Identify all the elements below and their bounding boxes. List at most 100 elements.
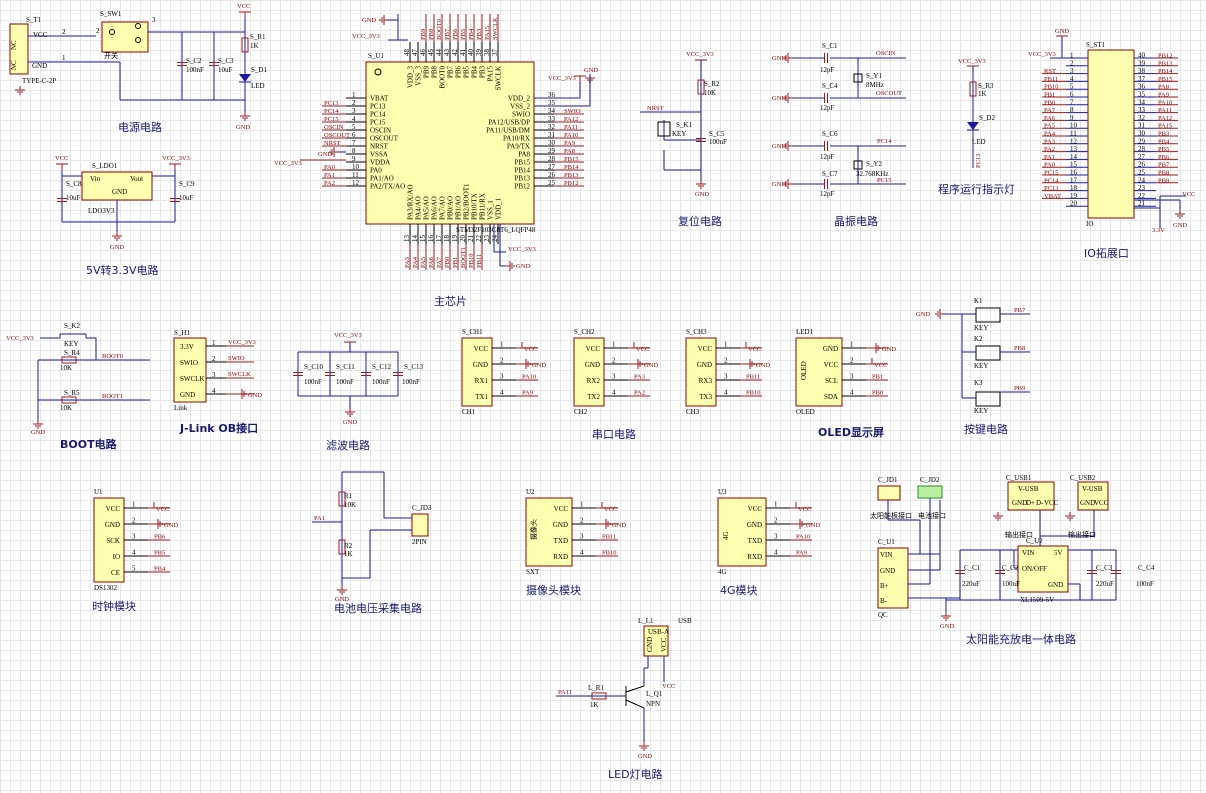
mcu-bottom-pin-label: VDD_1 xyxy=(495,197,503,220)
ldo-3v3-net: VCC_3V3 xyxy=(162,155,190,162)
reset-labels: VCC_3V3 S_R2 10K S_K1 KEY NRST S_C5 100n… xyxy=(647,51,727,198)
ldo-gnd-net: GND xyxy=(110,244,124,251)
filter-labels: VCC_3V3 S_C10 S_C11 S_C12 S_C13 100nF 10… xyxy=(304,332,424,426)
mcu-top-pin-num: 38 xyxy=(483,49,491,57)
c11-ref: S_C11 xyxy=(336,363,355,371)
camera-pin-label: TXD xyxy=(554,537,568,545)
lte-net: GND xyxy=(806,522,820,529)
solar-jd2 xyxy=(917,485,943,499)
mcu-right-pin-label: VDD_2 xyxy=(508,95,531,103)
d2-label: LED xyxy=(972,138,986,146)
run-led-pc13-net: PC13 xyxy=(975,154,982,168)
uart-1: S_CH1 CH1 VCC 1 VCC GND 2 GND RX1 3 PA10 TX1 4 PA9 xyxy=(461,328,546,416)
io-right-num: 37 xyxy=(1138,75,1146,83)
uart-2-ref: S_CH2 xyxy=(574,328,595,336)
solar-u1-bminus: B- xyxy=(880,597,888,605)
y2-ref: S_Y2 xyxy=(866,160,882,168)
title-ldo: 5V转3.3V电路 xyxy=(86,264,159,277)
mcu-bottom-pin-label: PB0/AO xyxy=(447,196,455,220)
power-gnd-net: GND xyxy=(236,124,250,131)
io-ref: S_ST1 xyxy=(1086,41,1106,49)
mcu-vdd2-net: VCC_3V3 xyxy=(548,75,576,82)
lamp-usb-vcc: VCC xyxy=(660,637,668,652)
mcu-left-pin-num: 5 xyxy=(352,123,356,131)
mcu-left-pin-label: NRST xyxy=(370,143,389,151)
boot-circuit xyxy=(32,333,150,429)
lte-pin-num: 1 xyxy=(774,501,778,509)
mcu-top-pin-label: PB4 xyxy=(471,66,479,79)
mcu-top-pin-num: 46 xyxy=(419,49,427,57)
d1-ref: S_D1 xyxy=(251,66,267,74)
keys-gnd-net: GND xyxy=(916,311,930,318)
mcu-left-pin-num: 3 xyxy=(352,107,356,115)
mcu-left-pin-num: 12 xyxy=(352,179,360,187)
solar-usb1-vcc: VCC xyxy=(1044,499,1059,507)
io-left-num: 10 xyxy=(1070,122,1078,130)
mcu-top-net: PB4 xyxy=(468,28,475,40)
c3-val: 10uF xyxy=(218,66,233,74)
oled-net: GND xyxy=(882,346,896,353)
mcu-right-net: SWIO xyxy=(564,108,581,115)
jlink-pin-label: GND xyxy=(180,391,195,399)
uart-1-net: VCC xyxy=(524,346,537,353)
mcu-bottom-pin-num: 19 xyxy=(451,235,459,243)
io-right-net: PB14 xyxy=(1158,68,1173,75)
mcu-left-net: PA1 xyxy=(324,172,335,179)
k1-label: KEY xyxy=(672,130,686,138)
lte-net: PA10 xyxy=(796,534,810,541)
mcu-bottom-pin-num: 16 xyxy=(427,235,435,243)
io-left-num: 18 xyxy=(1070,184,1078,192)
solar-usb1-dm: D- xyxy=(1036,499,1044,507)
io-right-pins: 40 PB12 39 PB13 38 PB14 37 PB15 36 PA8 35 PA9 34 PA10… xyxy=(1134,52,1178,208)
lte-pin-label: VCC xyxy=(748,505,763,513)
title-keys: 按键电路 xyxy=(964,423,1008,436)
io-right-num: 27 xyxy=(1138,153,1146,161)
mcu-ref: S_U1 xyxy=(368,52,384,60)
oled-pin-num: 4 xyxy=(850,389,854,397)
io-left-num: 1 xyxy=(1070,52,1074,60)
mcu-left-pin-label: PA0 xyxy=(370,167,382,175)
mcu-top-pin-num: 41 xyxy=(459,49,467,57)
lte: U3 4G 4G VCC 1 VCC GND 2 GND TXD 3 PA10 RXD 4 PA9 xyxy=(717,488,820,576)
uart-3-net: PB10 xyxy=(746,390,760,397)
mcu-top-pin-num: 47 xyxy=(411,49,419,57)
mcu-vcc-top: VCC_3V3 xyxy=(352,33,380,40)
io-part: IO xyxy=(1086,220,1093,228)
io-right-num: 26 xyxy=(1138,161,1146,169)
io-left-num: 19 xyxy=(1070,192,1078,200)
mcu-left-pin-label: VDDA xyxy=(370,159,390,167)
uart-3-pin-label: VCC xyxy=(698,345,713,353)
mcu-left-pin-num: 10 xyxy=(352,163,360,171)
io-right-num: 32 xyxy=(1138,114,1146,122)
mcu-top-net: PB7 xyxy=(444,28,451,40)
title-lte: 4G模块 xyxy=(720,584,758,597)
io-right-num: 31 xyxy=(1138,122,1146,130)
mcu-gnd-top: GND xyxy=(362,17,376,24)
io-right-net: PA15 xyxy=(1158,123,1172,130)
y1-val: 8MHz xyxy=(866,81,884,89)
reset-circuit xyxy=(640,59,708,189)
jlink-pin-label: 3.3V xyxy=(180,343,194,351)
ldo-vout: Vout xyxy=(130,175,143,183)
lamp-r1-val: 1K xyxy=(590,701,599,709)
uart-1-pin-label: GND xyxy=(473,361,488,369)
jlink-net: SWIO xyxy=(228,355,245,362)
solar-u1-ref: C_U1 xyxy=(878,538,895,546)
crystal-circuit xyxy=(783,52,906,190)
mcu-right-net: PB14 xyxy=(564,164,579,171)
oled-pin-label: VCC xyxy=(824,361,839,369)
io-right-num: 29 xyxy=(1138,137,1146,145)
uart-1-pin-label: RX1 xyxy=(475,377,489,385)
mcu-right-pin-label: PA8 xyxy=(518,151,530,159)
key1-label: KEY xyxy=(974,324,988,332)
clock-net: GND xyxy=(164,522,178,529)
jlink-pin-num: 3 xyxy=(212,371,216,379)
led-lamp-labels: L_L1 USB USB-A GND VCC L_R1 1K L_Q1 NPN … xyxy=(558,617,692,760)
uart-2-pin-num: 2 xyxy=(612,357,616,365)
title-camera: 摄像头模块 xyxy=(526,584,581,597)
io-vcc33-net: VCC_3V3 xyxy=(1028,51,1056,58)
uart-3-ref: S_CH3 xyxy=(686,328,707,336)
power-switch xyxy=(101,21,149,53)
io-left-num: 13 xyxy=(1070,145,1078,153)
oled-net: VCC xyxy=(874,362,887,369)
